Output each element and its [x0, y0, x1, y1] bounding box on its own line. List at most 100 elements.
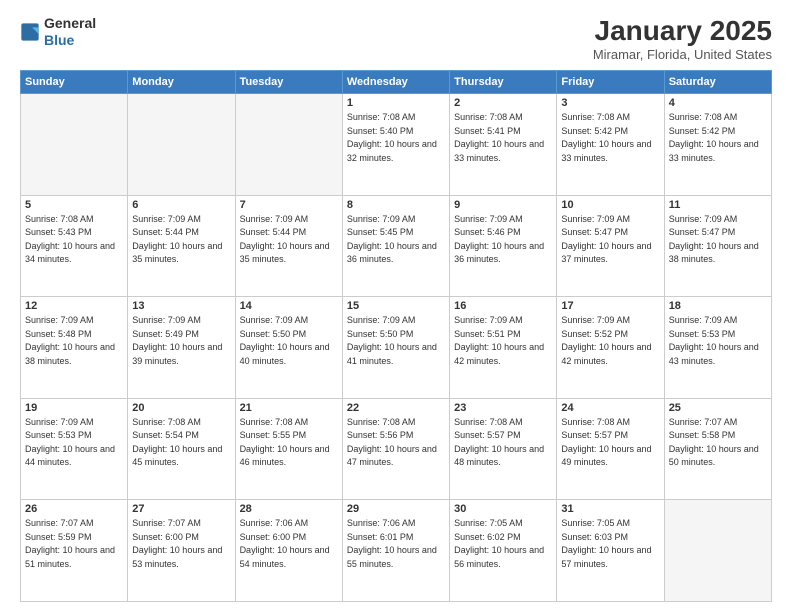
- table-row: 29 Sunrise: 7:06 AMSunset: 6:01 PMDayligh…: [342, 500, 449, 602]
- day-info: Sunrise: 7:08 AMSunset: 5:57 PMDaylight:…: [454, 416, 552, 470]
- location-text: Miramar, Florida, United States: [593, 47, 772, 62]
- col-saturday: Saturday: [664, 71, 771, 94]
- day-info: Sunrise: 7:09 AMSunset: 5:53 PMDaylight:…: [25, 416, 123, 470]
- day-number: 4: [669, 97, 767, 109]
- day-info: Sunrise: 7:08 AMSunset: 5:42 PMDaylight:…: [669, 111, 767, 165]
- table-row: 7Sunrise: 7:09 AMSunset: 5:44 PMDaylight…: [235, 195, 342, 297]
- title-block: January 2025 Miramar, Florida, United St…: [593, 15, 772, 62]
- table-row: 30Sunrise: 7:05 AMSunset: 6:02 PMDayligh…: [450, 500, 557, 602]
- day-number: 13: [132, 300, 230, 312]
- day-info: Sunrise: 7:09 AMSunset: 5:50 PMDaylight:…: [240, 314, 338, 368]
- day-number: 18: [669, 300, 767, 312]
- table-row: 19Sunrise: 7:09 AMSunset: 5:53 PMDayligh…: [21, 398, 128, 500]
- day-info: Sunrise: 7:08 AMSunset: 5:42 PMDaylight:…: [561, 111, 659, 165]
- day-number: 6: [132, 199, 230, 211]
- table-row: 27 Sunrise: 7:07 AMSunset: 6:00 PMDayligh…: [128, 500, 235, 602]
- day-info: Sunrise: 7:09 AMSunset: 5:46 PMDaylight:…: [454, 213, 552, 267]
- table-row: 26 Sunrise: 7:07 AMSunset: 5:59 PMDayligh…: [21, 500, 128, 602]
- col-wednesday: Wednesday: [342, 71, 449, 94]
- table-row: 10Sunrise: 7:09 AMSunset: 5:47 PMDayligh…: [557, 195, 664, 297]
- table-row: 16Sunrise: 7:09 AMSunset: 5:51 PMDayligh…: [450, 297, 557, 399]
- table-row: 6 Sunrise: 7:09 AMSunset: 5:44 PMDaylight…: [128, 195, 235, 297]
- table-row: [21, 94, 128, 196]
- day-info: Sunrise: 7:09 AMSunset: 5:44 PMDaylight:…: [132, 213, 230, 267]
- day-number: 14: [240, 300, 338, 312]
- day-info: Sunrise: 7:08 AMSunset: 5:40 PMDaylight:…: [347, 111, 445, 165]
- table-row: 9Sunrise: 7:09 AMSunset: 5:46 PMDaylight…: [450, 195, 557, 297]
- day-number: 2: [454, 97, 552, 109]
- calendar-week-row: 12 Sunrise: 7:09 AMSunset: 5:48 PMDayligh…: [21, 297, 772, 399]
- day-info: Sunrise: 7:08 AMSunset: 5:56 PMDaylight:…: [347, 416, 445, 470]
- day-info: Sunrise: 7:08 AMSunset: 5:41 PMDaylight:…: [454, 111, 552, 165]
- col-thursday: Thursday: [450, 71, 557, 94]
- calendar-header-row: Sunday Monday Tuesday Wednesday Thursday…: [21, 71, 772, 94]
- page: General Blue January 2025 Miramar, Flori…: [0, 0, 792, 612]
- day-number: 25: [669, 402, 767, 414]
- table-row: 28Sunrise: 7:06 AMSunset: 6:00 PMDayligh…: [235, 500, 342, 602]
- calendar-week-row: 26 Sunrise: 7:07 AMSunset: 5:59 PMDayligh…: [21, 500, 772, 602]
- day-info: Sunrise: 7:09 AMSunset: 5:49 PMDaylight:…: [132, 314, 230, 368]
- calendar-week-row: 19Sunrise: 7:09 AMSunset: 5:53 PMDayligh…: [21, 398, 772, 500]
- table-row: 2 Sunrise: 7:08 AMSunset: 5:41 PMDaylight…: [450, 94, 557, 196]
- logo-blue-text: Blue: [44, 32, 74, 48]
- day-number: 3: [561, 97, 659, 109]
- day-info: Sunrise: 7:07 AMSunset: 5:58 PMDaylight:…: [669, 416, 767, 470]
- table-row: 25 Sunrise: 7:07 AMSunset: 5:58 PMDayligh…: [664, 398, 771, 500]
- day-info: Sunrise: 7:09 AMSunset: 5:44 PMDaylight:…: [240, 213, 338, 267]
- day-number: 24: [561, 402, 659, 414]
- col-tuesday: Tuesday: [235, 71, 342, 94]
- day-info: Sunrise: 7:08 AMSunset: 5:55 PMDaylight:…: [240, 416, 338, 470]
- table-row: 13 Sunrise: 7:09 AMSunset: 5:49 PMDayligh…: [128, 297, 235, 399]
- table-row: 11 Sunrise: 7:09 AMSunset: 5:47 PMDayligh…: [664, 195, 771, 297]
- calendar-week-row: 1Sunrise: 7:08 AMSunset: 5:40 PMDaylight…: [21, 94, 772, 196]
- day-number: 21: [240, 402, 338, 414]
- day-info: Sunrise: 7:07 AMSunset: 5:59 PMDaylight:…: [25, 517, 123, 571]
- header: General Blue January 2025 Miramar, Flori…: [20, 15, 772, 62]
- day-number: 5: [25, 199, 123, 211]
- col-friday: Friday: [557, 71, 664, 94]
- day-number: 31: [561, 503, 659, 515]
- table-row: 1Sunrise: 7:08 AMSunset: 5:40 PMDaylight…: [342, 94, 449, 196]
- table-row: 24 Sunrise: 7:08 AMSunset: 5:57 PMDayligh…: [557, 398, 664, 500]
- day-number: 10: [561, 199, 659, 211]
- table-row: 17Sunrise: 7:09 AMSunset: 5:52 PMDayligh…: [557, 297, 664, 399]
- day-number: 27: [132, 503, 230, 515]
- table-row: 18 Sunrise: 7:09 AMSunset: 5:53 PMDayligh…: [664, 297, 771, 399]
- table-row: 8 Sunrise: 7:09 AMSunset: 5:45 PMDaylight…: [342, 195, 449, 297]
- day-info: Sunrise: 7:07 AMSunset: 6:00 PMDaylight:…: [132, 517, 230, 571]
- table-row: 14 Sunrise: 7:09 AMSunset: 5:50 PMDayligh…: [235, 297, 342, 399]
- day-info: Sunrise: 7:09 AMSunset: 5:48 PMDaylight:…: [25, 314, 123, 368]
- day-info: Sunrise: 7:09 AMSunset: 5:45 PMDaylight:…: [347, 213, 445, 267]
- logo-text: General Blue: [44, 15, 96, 49]
- logo-icon: [20, 22, 40, 42]
- day-number: 20: [132, 402, 230, 414]
- table-row: [128, 94, 235, 196]
- table-row: [664, 500, 771, 602]
- day-info: Sunrise: 7:05 AMSunset: 6:03 PMDaylight:…: [561, 517, 659, 571]
- day-info: Sunrise: 7:09 AMSunset: 5:53 PMDaylight:…: [669, 314, 767, 368]
- day-info: Sunrise: 7:08 AMSunset: 5:43 PMDaylight:…: [25, 213, 123, 267]
- day-number: 11: [669, 199, 767, 211]
- table-row: 23Sunrise: 7:08 AMSunset: 5:57 PMDayligh…: [450, 398, 557, 500]
- day-number: 29: [347, 503, 445, 515]
- day-number: 12: [25, 300, 123, 312]
- day-info: Sunrise: 7:09 AMSunset: 5:47 PMDaylight:…: [669, 213, 767, 267]
- day-number: 28: [240, 503, 338, 515]
- table-row: 22Sunrise: 7:08 AMSunset: 5:56 PMDayligh…: [342, 398, 449, 500]
- col-monday: Monday: [128, 71, 235, 94]
- day-number: 8: [347, 199, 445, 211]
- month-title: January 2025: [593, 15, 772, 47]
- table-row: 4 Sunrise: 7:08 AMSunset: 5:42 PMDaylight…: [664, 94, 771, 196]
- logo-general-text: General: [44, 15, 96, 31]
- day-info: Sunrise: 7:08 AMSunset: 5:57 PMDaylight:…: [561, 416, 659, 470]
- calendar-table: Sunday Monday Tuesday Wednesday Thursday…: [20, 70, 772, 602]
- col-sunday: Sunday: [21, 71, 128, 94]
- day-number: 15: [347, 300, 445, 312]
- day-info: Sunrise: 7:06 AMSunset: 6:01 PMDaylight:…: [347, 517, 445, 571]
- logo: General Blue: [20, 15, 96, 49]
- day-number: 26: [25, 503, 123, 515]
- table-row: 15Sunrise: 7:09 AMSunset: 5:50 PMDayligh…: [342, 297, 449, 399]
- day-info: Sunrise: 7:08 AMSunset: 5:54 PMDaylight:…: [132, 416, 230, 470]
- day-info: Sunrise: 7:09 AMSunset: 5:51 PMDaylight:…: [454, 314, 552, 368]
- table-row: [235, 94, 342, 196]
